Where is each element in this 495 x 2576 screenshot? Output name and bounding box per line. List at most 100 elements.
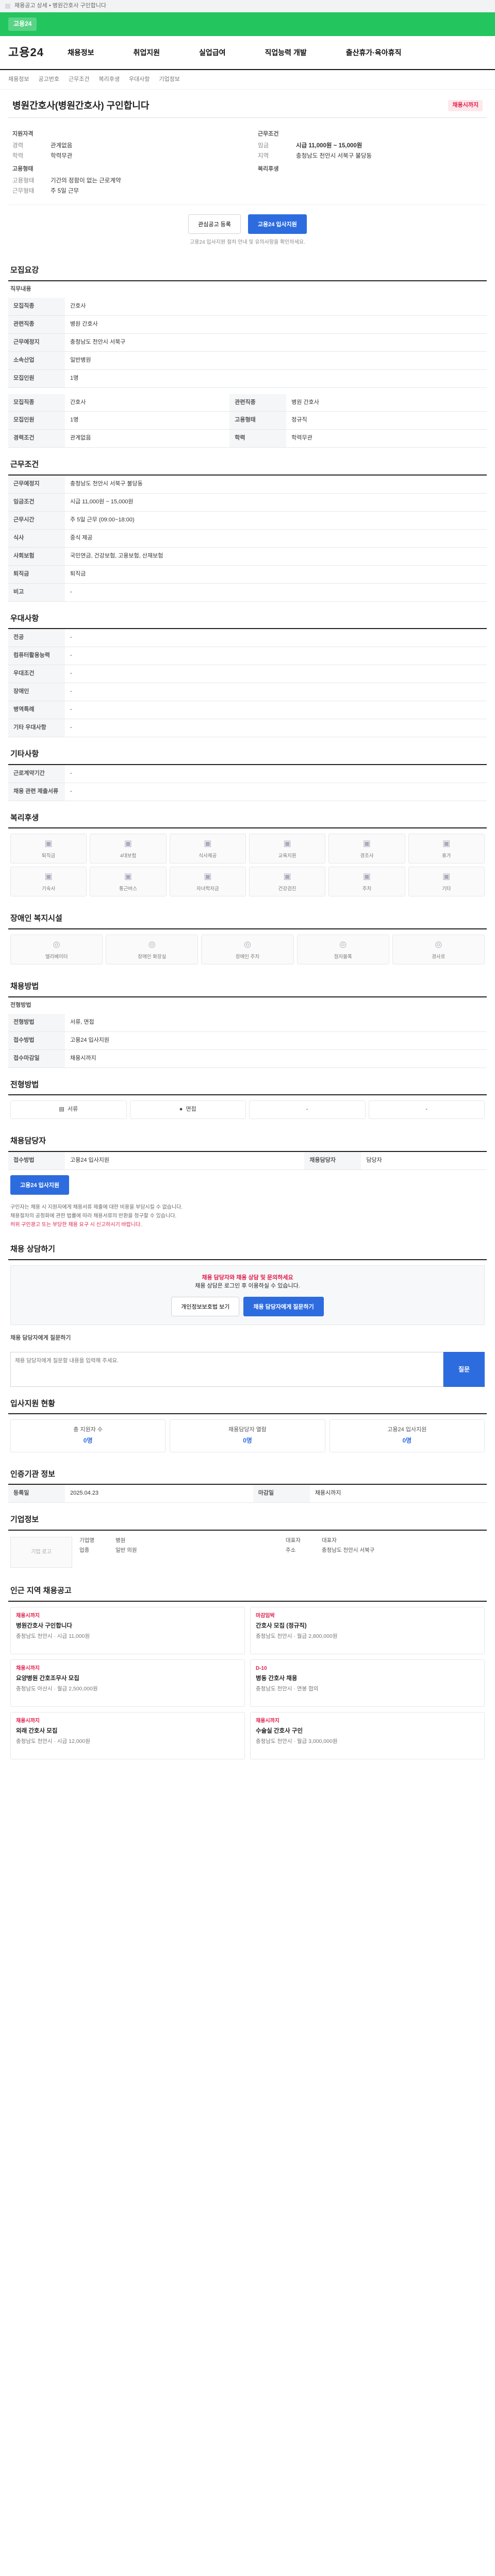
row-value: 1명 [65,411,230,430]
section-tab[interactable]: 복리후생 [98,76,119,84]
save-job-button[interactable]: 관심공고 등록 [188,214,241,234]
row-value: 주 5일 근무 (09:00~18:00) [65,511,487,530]
row-value: - [65,629,487,648]
summary-left: 지원자격 경력 관계없음 학력 학력무관 고용형태 고용형태 기간의 정함이 없는 근… [12,125,237,197]
row-key: 비고 [8,583,65,602]
step-label: - [425,1106,428,1113]
welfare-label: 기숙사 [42,886,56,892]
job-title[interactable]: 수술실 간호사 구인 [256,1727,479,1736]
summary-value: 학력무관 [51,152,73,159]
info-table: 등록일 2025.04.23 마감일 채용시까지 [8,1485,487,1503]
row-value: 담당자 [361,1152,487,1171]
row-key: 전형방법 [8,1013,65,1032]
job-card[interactable]: 채용시까지 요양병원 간호조무사 모집 충청남도 아산시 · 월급 2,500,00… [10,1659,245,1707]
method-table: 전형방법 서류, 면접 접수방법 고용24 입사지원 접수마감일 채용시까지 [8,1013,487,1068]
job-title[interactable]: 간호사 모집 (정규직) [256,1622,479,1631]
row-value: 퇴직금 [65,565,487,584]
summary-row: 경력 관계없음 [12,142,237,150]
nav-item[interactable]: 출산휴가·육아휴직 [346,47,402,58]
job-card[interactable]: 채용시까지 수술실 간호사 구인 충청남도 천안시 · 월급 3,000,000원 [250,1711,485,1759]
row-value: 1명 [65,369,487,388]
welfare-label: 건강검진 [278,886,296,892]
job-card[interactable]: 마감임박간호사 모집 (정규직) 충청남도 천안시 · 월급 2,800,000원 [250,1606,485,1654]
welfare-icon: ▣ [124,872,133,881]
section-tab[interactable]: 기업정보 [159,76,179,84]
job-meta: 충청남도 천안시 · 월급 2,800,000원 [256,1633,338,1640]
job-title[interactable]: 병동 간호사 채용 [256,1674,479,1683]
job-meta: 충청남도 천안시 · 월급 3,000,000원 [256,1738,338,1745]
other-table: 근로계약기간 - 채용 관련 제출서류 - [8,765,487,801]
welfare-card: ▣ 기타 [408,867,485,897]
stats: 총 지원자 수 0명 채용담당자 열람 0명 고용24 입사지원 0명 [8,1414,487,1457]
row-key: 채용 관련 제출서류 [8,783,65,801]
job-title[interactable]: 요양병원 간호조무사 모집 [16,1674,239,1683]
job-title[interactable]: 외래 간호사 모집 [16,1727,239,1736]
note-line: 허위 구인광고 또는 부당한 채용 요구 시 신고하시기 바랍니다. [10,1222,142,1228]
section-tab[interactable]: 우대사항 [129,76,150,84]
row-key: 전공 [8,629,65,648]
nav-item[interactable]: 직업능력 개발 [265,47,307,58]
facility-label: 엘리베이터 [45,954,68,960]
company-info: 기업 로고 기업명 병원 업종 일반 의원 대표자 대표자 주소 충청남도 천안시 서북… [8,1531,487,1574]
row-key: 근무예정지 [8,476,65,494]
row-key: 학력 [229,429,287,448]
step-item: - [368,1100,485,1120]
question-submit-button[interactable]: 질문 [443,1351,485,1387]
job-tag: 마감임박 [256,1613,275,1619]
welfare-icon: ▣ [204,839,212,848]
privacy-button[interactable]: 개인정보보호법 보기 [171,1296,240,1316]
prefer-section: 우대사항 전공 - 컴퓨터활용능력 - 우대조건 - 장애인 - 병역특례 - 기타 우대… [8,613,487,738]
apply-button[interactable]: 고용24 입사지원 [248,214,307,234]
site-logo[interactable]: 고용24 [8,44,44,61]
job-card[interactable]: D-10 병동 간호사 채용 충청남도 천안시 · 연봉 협의 [250,1659,485,1707]
consult-section: 채용 상담하기 채용 담당자와 채용 상담 및 문의하세요 채용 상담은 로그인… [8,1244,487,1387]
question-input[interactable] [10,1351,443,1387]
note-line: 채용절차의 공정화에 관한 법률에 따라 채용서류의 반환을 청구할 수 있습니… [10,1213,177,1219]
welfare-label: 4대보험 [120,853,137,859]
nav-item[interactable]: 취업지원 [133,47,160,58]
row-key: 근로계약기간 [8,765,65,783]
row-value: 충청남도 천안시 서북구 [65,333,487,352]
welfare-card: ▣ 자녀학자금 [169,867,246,897]
job-card[interactable]: 채용시까지 병원간호사 구인합니다 충청남도 천안시 · 시급 11,000원 [10,1606,245,1654]
status-badge: 채용시까지 [448,100,483,112]
facility-card: ◎ 점자블록 [296,935,389,965]
welfare-icon: ▣ [44,872,53,881]
summary-heading: 복리후생 [258,166,279,173]
recruit-table: 모집직종 간호사 관련직종 병원 간호사 근무예정지 충청남도 천안시 서북구 소속산… [8,297,487,388]
table-row: 근무시간 주 5일 근무 (09:00~18:00) [8,511,487,530]
kv-value: 일반 의원 [116,1547,137,1554]
section-tab[interactable]: 공고번호 [38,76,59,84]
summary-value: 기간의 정함이 없는 근로계약 [51,178,121,184]
row-key: 접수방법 [8,1152,65,1171]
section-tab[interactable]: 채용정보 [8,76,29,84]
job-title[interactable]: 병원간호사 구인합니다 [16,1622,239,1631]
stat-card: 채용담당자 열람 0명 [170,1419,325,1452]
welfare-icon: ▣ [362,872,371,881]
ask-button[interactable]: 채용 담당자에게 질문하기 [243,1296,324,1316]
table-row: 전형방법 서류, 면접 [8,1013,487,1032]
nav-item[interactable]: 실업급여 [199,47,226,58]
row-key: 모집직종 [8,394,65,412]
summary-value: 충청남도 천안시 서북구 불당동 [296,152,372,159]
welfare-icon: ▣ [283,839,291,848]
row-value: - [65,701,487,720]
job-card[interactable]: 채용시까지 외래 간호사 모집 충청남도 천안시 · 시급 12,000원 [10,1711,245,1759]
summary-value: 주 5일 근무 [51,188,79,194]
contact-table: 접수방법 고용24 입사지원 채용담당자 담당자 [8,1152,487,1171]
row-value: - [65,647,487,666]
job-meta: 충청남도 천안시 · 시급 12,000원 [16,1738,90,1745]
section-title: 장애인 복지시설 [8,913,487,930]
row-key: 접수마감일 [8,1049,65,1068]
conditions-table: 근무예정지 충청남도 천안시 서북구 불당동 임금조건 시급 11,000원 ~ 1… [8,476,487,602]
contact-apply-button[interactable]: 고용24 입사지원 [10,1175,70,1195]
nav-item[interactable]: 채용정보 [68,47,94,58]
summary-value: 시급 11,000원 ~ 15,000원 [296,143,362,149]
row-key: 관련직종 [8,315,65,334]
section-title: 복리후생 [8,812,487,829]
section-title: 기업정보 [8,1514,487,1531]
section-tab[interactable]: 근무조건 [69,76,89,84]
contact-apply-wrap: 고용24 입사지원 [8,1170,487,1200]
row-key: 기타 우대사항 [8,719,65,738]
table-row: 퇴직금 퇴직금 [8,565,487,584]
